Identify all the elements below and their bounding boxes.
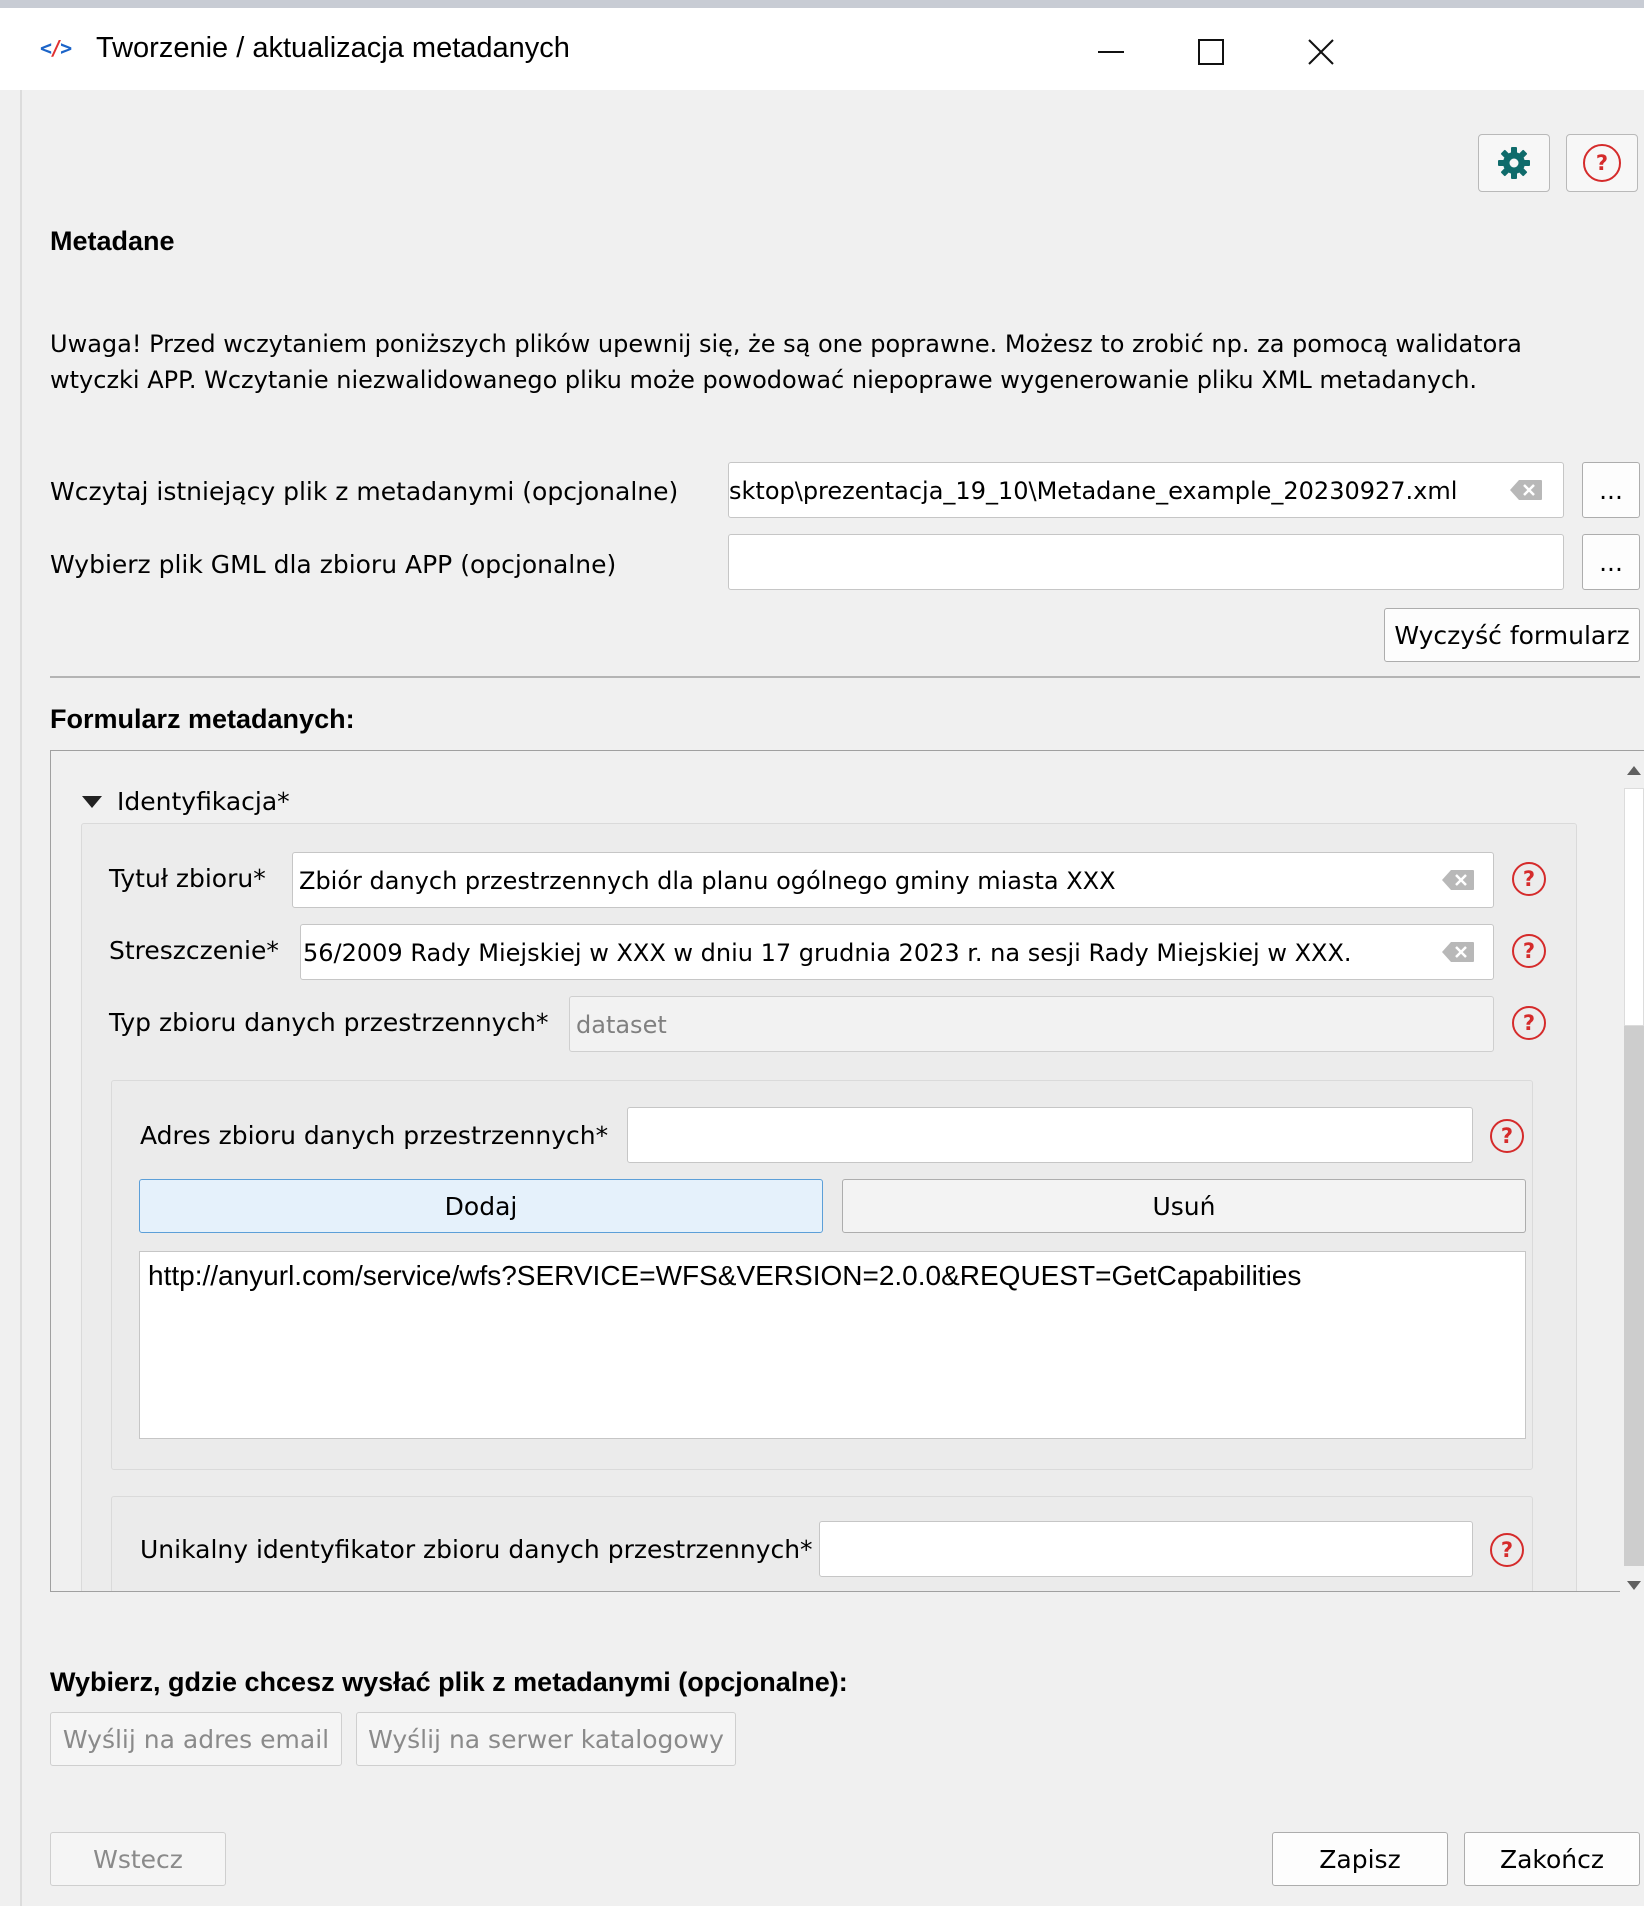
maximize-button[interactable]: [1166, 22, 1256, 82]
minimize-icon: [1098, 51, 1124, 53]
send-email-button[interactable]: Wyślij na adres email: [50, 1712, 342, 1766]
address-label: Adres zbioru danych przestrzennych*: [140, 1121, 609, 1150]
address-list[interactable]: http://anyurl.com/service/wfs?SERVICE=WF…: [139, 1251, 1526, 1439]
title-input[interactable]: Zbiór danych przestrzennych dla planu og…: [292, 852, 1494, 908]
abstract-input[interactable]: 56/2009 Rady Miejskiej w XXX w dniu 17 g…: [300, 924, 1494, 980]
taskbar-strip: [0, 0, 1644, 8]
maximize-icon: [1198, 39, 1224, 65]
help-button[interactable]: ?: [1566, 134, 1638, 192]
load-metadata-input[interactable]: sktop\prezentacja_19_10\Metadane_example…: [728, 462, 1564, 518]
title-label: Tytuł zbioru*: [109, 864, 266, 893]
identyfikacja-title: Identyfikacja*: [117, 787, 290, 816]
uid-label: Unikalny identyfikator zbioru danych prz…: [140, 1535, 813, 1564]
abstract-value: 56/2009 Rady Miejskiej w XXX w dniu 17 g…: [303, 939, 1352, 967]
save-button[interactable]: Zapisz: [1272, 1832, 1448, 1886]
close-icon: [1308, 39, 1334, 65]
load-metadata-value: sktop\prezentacja_19_10\Metadane_example…: [729, 477, 1458, 505]
form-scrollbar[interactable]: [1620, 758, 1644, 1604]
identyfikacja-toggle[interactable]: Identyfikacja*: [81, 787, 290, 816]
abstract-label: Streszczenie*: [109, 936, 279, 965]
clear-form-button[interactable]: Wyczyść formularz: [1384, 608, 1640, 662]
address-help-icon[interactable]: ?: [1490, 1119, 1524, 1153]
warning-line-1: Uwaga! Przed wczytaniem poniższych plikó…: [50, 330, 1522, 358]
app-code-icon: </>: [40, 36, 72, 60]
finish-button[interactable]: Zakończ: [1464, 1832, 1640, 1886]
clear-field-icon[interactable]: [1441, 869, 1475, 891]
browse-metadata-button[interactable]: ...: [1582, 462, 1640, 518]
abstract-help-icon[interactable]: ?: [1512, 934, 1546, 968]
send-catalog-server-button[interactable]: Wyślij na serwer katalogowy: [356, 1712, 736, 1766]
scroll-up-arrow-icon[interactable]: [1626, 764, 1642, 776]
dataset-type-label: Typ zbioru danych przestrzennych*: [109, 1008, 549, 1037]
scrollbar-thumb[interactable]: [1624, 1026, 1644, 1566]
add-address-button[interactable]: Dodaj: [139, 1179, 823, 1233]
metadane-heading: Metadane: [50, 226, 175, 256]
send-heading: Wybierz, gdzie chcesz wysłać plik z meta…: [50, 1667, 848, 1697]
address-list-item[interactable]: http://anyurl.com/service/wfs?SERVICE=WF…: [148, 1260, 1301, 1292]
dataset-type-help-icon[interactable]: ?: [1512, 1006, 1546, 1040]
gml-file-input[interactable]: [728, 534, 1564, 590]
form-heading: Formularz metadanych:: [50, 704, 355, 734]
load-metadata-label: Wczytaj istniejący plik z metadanymi (op…: [50, 477, 679, 506]
clear-field-icon[interactable]: [1509, 479, 1543, 501]
title-help-icon[interactable]: ?: [1512, 862, 1546, 896]
back-button[interactable]: Wstecz: [50, 1832, 226, 1886]
address-input[interactable]: [627, 1107, 1473, 1163]
close-window-button[interactable]: [1276, 22, 1366, 82]
collapse-triangle-icon: [82, 795, 102, 808]
settings-button[interactable]: [1478, 134, 1550, 192]
uid-input[interactable]: [819, 1521, 1473, 1577]
dataset-type-value: dataset: [576, 1011, 667, 1039]
gear-icon: [1498, 147, 1530, 179]
minimize-button[interactable]: [1066, 22, 1156, 82]
section-divider: [50, 676, 1640, 678]
warning-line-2: wtyczki APP. Wczytanie niezwalidowanego …: [50, 366, 1478, 394]
uid-help-icon[interactable]: ?: [1490, 1533, 1524, 1567]
title-value: Zbiór danych przestrzennych dla planu og…: [299, 867, 1116, 895]
scroll-down-arrow-icon[interactable]: [1626, 1580, 1642, 1592]
help-icon: ?: [1583, 144, 1621, 182]
identyfikacja-group: Tytuł zbioru* Zbiór danych przestrzennyc…: [81, 823, 1577, 1591]
form-scroll-area[interactable]: Identyfikacja* Tytuł zbioru* Zbiór danyc…: [50, 750, 1644, 1592]
dataset-type-input: dataset: [569, 996, 1494, 1052]
remove-address-button[interactable]: Usuń: [842, 1179, 1526, 1233]
address-group: Adres zbioru danych przestrzennych* ? Do…: [111, 1080, 1533, 1470]
window-left-border: [20, 90, 22, 1906]
clear-field-icon[interactable]: [1441, 941, 1475, 963]
window-title: Tworzenie / aktualizacja metadanych: [96, 32, 570, 64]
browse-gml-button[interactable]: ...: [1582, 534, 1640, 590]
scrollbar-track-upper: [1624, 788, 1644, 1026]
gml-file-label: Wybierz plik GML dla zbioru APP (opcjona…: [50, 550, 617, 579]
uid-group: Unikalny identyfikator zbioru danych prz…: [111, 1496, 1533, 1591]
